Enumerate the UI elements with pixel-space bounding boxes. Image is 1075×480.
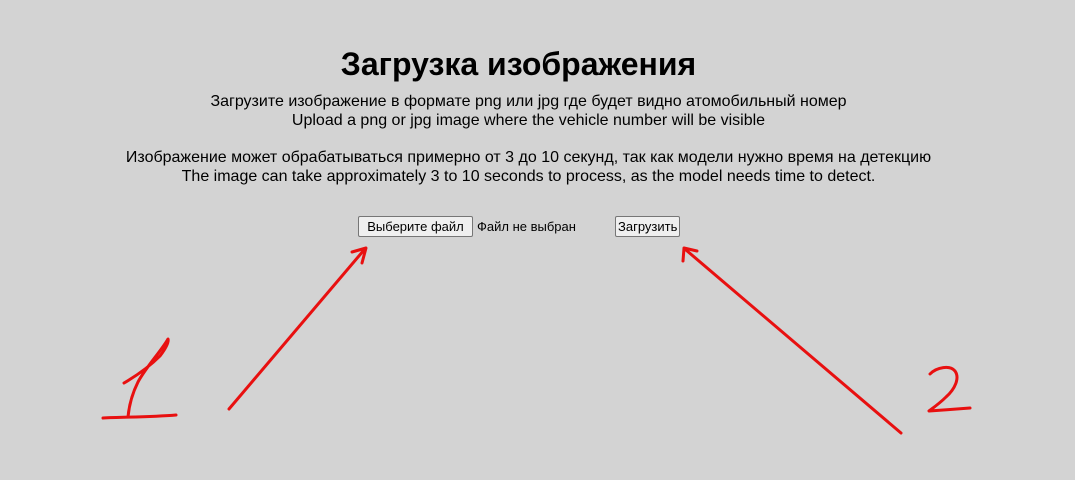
upload-button[interactable]: Загрузить bbox=[615, 216, 680, 237]
annotation-digit-1 bbox=[122, 337, 170, 419]
annotation-arrowhead-2 bbox=[681, 246, 699, 263]
page-title: Загрузка изображения bbox=[340, 46, 697, 82]
annotation-arrowhead-1 bbox=[350, 246, 368, 265]
file-status-text: Файл не выбран bbox=[477, 219, 576, 234]
processing-note-ru: Изображение может обрабатываться примерн… bbox=[125, 149, 932, 166]
choose-file-button[interactable]: Выберите файл bbox=[358, 216, 473, 237]
annotation-digit-2 bbox=[927, 365, 972, 413]
annotation-digit-1-base bbox=[101, 413, 178, 420]
annotation-arrow-1 bbox=[227, 248, 366, 411]
processing-note-en: The image can take approximately 3 to 10… bbox=[181, 168, 876, 185]
upload-instruction-en: Upload a png or jpg image where the vehi… bbox=[291, 112, 766, 129]
upload-instruction-ru: Загрузите изображение в формате png или … bbox=[210, 93, 847, 110]
annotation-arrow-2 bbox=[684, 248, 903, 435]
